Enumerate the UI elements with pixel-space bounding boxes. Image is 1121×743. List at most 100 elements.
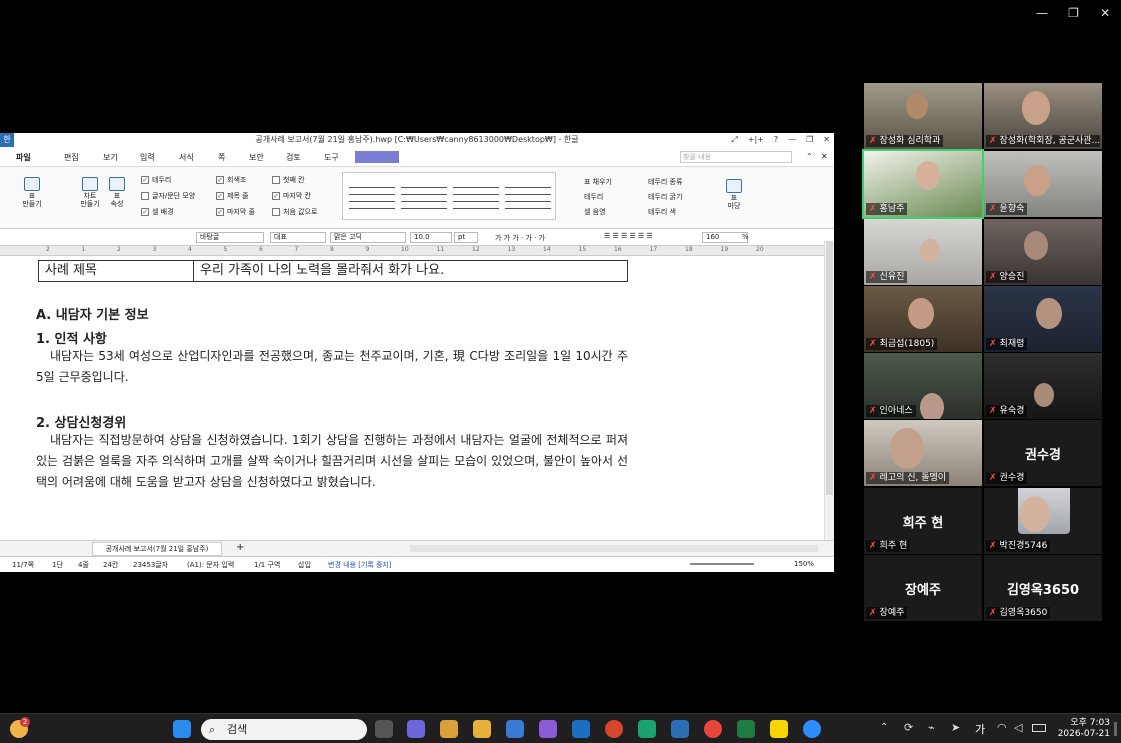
text-style-icons[interactable]: 가 가 가 · 가 · 가 xyxy=(495,233,545,243)
menu-insert[interactable]: 입력 xyxy=(140,152,155,163)
windows-start-icon[interactable] xyxy=(173,720,191,738)
zoom-slider[interactable] xyxy=(690,563,754,565)
clock[interactable]: 오후 7:03 2026-07-21 xyxy=(1052,718,1110,740)
participant-tile[interactable]: ✗ 장성화 심리학과 xyxy=(864,83,982,149)
chrome-icon[interactable] xyxy=(704,720,722,738)
menu-format[interactable]: 서식 xyxy=(179,152,194,163)
table-style-2[interactable] xyxy=(401,181,447,213)
vertical-scrollbar[interactable] xyxy=(824,241,834,541)
task-view-icon[interactable] xyxy=(375,720,393,738)
check-char-para[interactable]: 글자/문단 모양 xyxy=(141,191,195,201)
check-last-col[interactable]: ✓ 마지막 칸 xyxy=(272,191,311,201)
search-input[interactable]: 찾을 내용 xyxy=(680,151,792,163)
menu-file[interactable]: 파일 xyxy=(16,152,31,163)
kakaotalk-icon[interactable] xyxy=(770,720,788,738)
table-style-3[interactable] xyxy=(453,181,499,213)
check-last-row[interactable]: ✓ 마지막 줄 xyxy=(216,207,255,217)
border-type-button[interactable]: 테두리 종류 xyxy=(648,177,682,187)
edge-icon[interactable] xyxy=(638,720,656,738)
file-explorer-icon[interactable] xyxy=(473,720,491,738)
hwp-icon[interactable] xyxy=(671,720,689,738)
status-track-changes[interactable]: 변경 내용 [기록 중지] xyxy=(328,560,392,570)
style-select[interactable]: 바탕글 xyxy=(196,232,264,243)
table-context-tab[interactable] xyxy=(355,151,399,163)
participant-tile[interactable]: 김영옥3650 ✗ 김영옥3650 xyxy=(984,555,1102,621)
participant-tile[interactable]: ✗ 최금섭(1805) xyxy=(864,286,982,352)
network-icon[interactable]: ⌁ xyxy=(928,721,935,734)
store-icon[interactable] xyxy=(506,720,524,738)
table-madang-button[interactable]: 표 마당 xyxy=(722,179,746,210)
restore-icon[interactable]: ❐ xyxy=(1058,0,1090,26)
document-tab[interactable]: 공개사례 보고서(7월 21일 홍남주) xyxy=(92,542,222,556)
close-icon[interactable]: ✕ xyxy=(1089,0,1121,26)
help-icon[interactable]: ? xyxy=(774,133,778,147)
menu-edit[interactable]: 편집 xyxy=(64,152,79,163)
menu-page[interactable]: 쪽 xyxy=(218,152,225,163)
participant-tile[interactable]: ✗ 박진경5746 xyxy=(984,488,1102,554)
participant-tile[interactable]: ✗ 유숙경 xyxy=(984,353,1102,419)
teams-icon[interactable] xyxy=(407,720,425,738)
scroll-thumb[interactable] xyxy=(826,241,833,495)
participant-tile[interactable]: ✗ 장성화(학회장, 공군사관... xyxy=(984,83,1102,149)
participant-tile[interactable]: 희주 현 ✗ 희주 현 xyxy=(864,488,982,554)
taskbar-search[interactable]: ⌕ 검색 xyxy=(201,719,367,740)
participant-tile[interactable]: ✗ 윤향숙 xyxy=(984,151,1102,217)
participant-tile[interactable]: ✗ 홍남주 xyxy=(862,149,984,219)
zoom-icon[interactable] xyxy=(803,720,821,738)
check-cell-bg[interactable]: ✓ 셀 배경 xyxy=(141,207,174,217)
volume-icon[interactable]: ◁ xyxy=(1014,721,1022,734)
status-insert[interactable]: 삽입 xyxy=(298,560,311,570)
table-fill-button[interactable]: 표 채우기 xyxy=(584,177,612,187)
table-style-4[interactable] xyxy=(505,181,551,213)
copilot-icon[interactable] xyxy=(440,720,458,738)
tray-chevron-icon[interactable]: ⌃ xyxy=(880,722,888,733)
fullscreen-icon[interactable]: ⤢ xyxy=(731,133,737,147)
participant-tile[interactable]: 장예주 ✗ 장예주 xyxy=(864,555,982,621)
check-gray[interactable]: ✓ 회색조 xyxy=(216,175,246,185)
menu-tools[interactable]: 도구 xyxy=(324,152,339,163)
powerpoint-icon[interactable] xyxy=(605,720,623,738)
align-icons[interactable]: ☰ ☰ ☰ ☰ ☰ ☰ xyxy=(604,232,653,240)
minimize-icon[interactable]: — xyxy=(1026,0,1058,26)
outlook-icon[interactable] xyxy=(572,720,590,738)
unit-select[interactable]: pt xyxy=(454,232,478,243)
font-size-input[interactable]: 10.0 xyxy=(410,232,452,243)
excel-icon[interactable] xyxy=(737,720,755,738)
send-icon[interactable]: ➤ xyxy=(951,721,960,734)
check-header-row[interactable]: ✓ 제목 줄 xyxy=(216,191,249,201)
sync-icon[interactable]: ⟳ xyxy=(904,721,913,734)
representative-select[interactable]: 대표 xyxy=(270,232,326,243)
border-button[interactable]: 테두리 xyxy=(584,192,603,202)
cell-shade-button[interactable]: 셀 음영 xyxy=(584,207,606,217)
table-label-cell[interactable]: 사례 제목 xyxy=(39,261,194,281)
border-color-button[interactable]: 테두리 색 xyxy=(648,207,676,217)
participant-tile[interactable]: ✗ 최재령 xyxy=(984,286,1102,352)
minimize-icon[interactable]: — xyxy=(788,133,796,147)
show-desktop-button[interactable] xyxy=(1114,722,1117,736)
wifi-icon[interactable]: ◠ xyxy=(997,721,1007,734)
restore-icon[interactable]: ❐ xyxy=(806,133,813,147)
reset-to-default[interactable]: 처음 값으로 xyxy=(272,207,317,217)
participant-tile[interactable]: ✗ 레고의 신, 돌멩이 xyxy=(864,420,982,486)
table-style-1[interactable] xyxy=(349,181,395,213)
pin-icon[interactable]: +|+ xyxy=(748,133,764,147)
participant-tile[interactable]: 권수경 ✗ 권수경 xyxy=(984,420,1102,486)
menu-security[interactable]: 보안 xyxy=(249,152,264,163)
participant-tile[interactable]: ✗ 인아네스 xyxy=(864,353,982,419)
table-props-button[interactable]: 표 속성 xyxy=(104,177,130,208)
table-create-button[interactable]: 표 만들기 xyxy=(18,177,46,208)
menu-view[interactable]: 보기 xyxy=(103,152,118,163)
add-tab-icon[interactable]: + xyxy=(236,542,244,553)
horizontal-scrollbar[interactable] xyxy=(410,545,818,552)
border-width-button[interactable]: 테두리 굵기 xyxy=(648,192,682,202)
check-border[interactable]: ✓ 테두리 xyxy=(141,175,171,185)
participant-tile[interactable]: ✗ 신유진 xyxy=(864,219,982,285)
menu-review[interactable]: 검토 xyxy=(286,152,301,163)
ime-indicator[interactable]: 가 xyxy=(975,721,985,737)
participant-tile[interactable]: ✗ 양승진 xyxy=(984,219,1102,285)
close-icon[interactable]: ✕ xyxy=(823,133,830,147)
collapse-icon[interactable]: ⌃ xyxy=(806,152,813,161)
close-doc-icon[interactable]: ✕ xyxy=(821,152,828,161)
check-first-col[interactable]: 첫째 칸 xyxy=(272,175,305,185)
battery-icon[interactable] xyxy=(1032,724,1046,732)
